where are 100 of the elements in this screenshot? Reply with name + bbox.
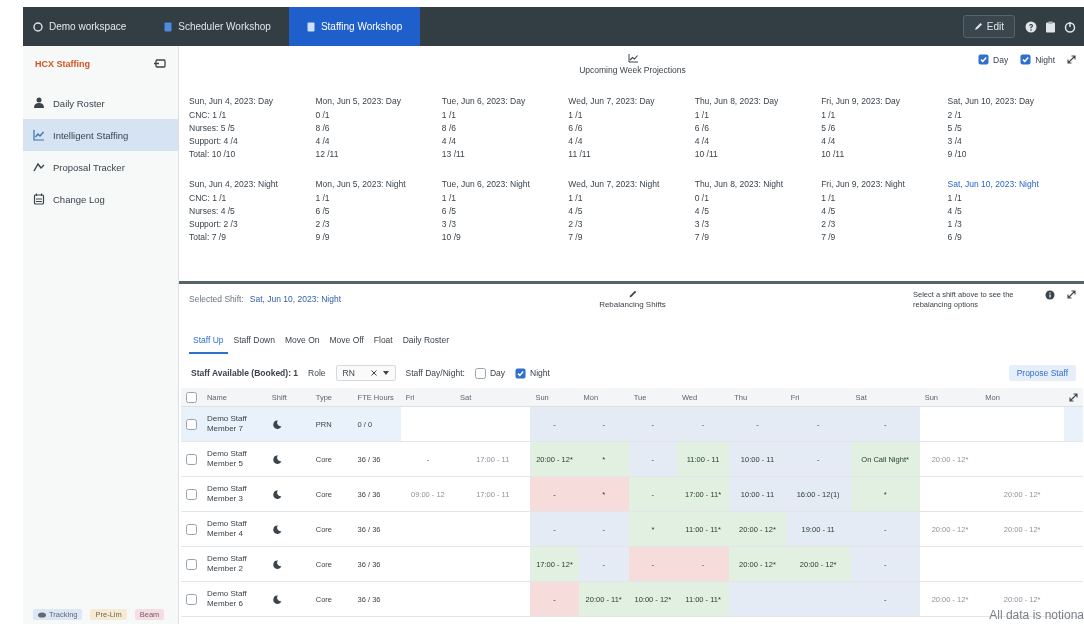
shift-heading[interactable]: Sat, Jun 10, 2023: Night: [947, 179, 1074, 189]
circle-icon: [33, 21, 43, 32]
checkbox[interactable]: [515, 367, 527, 379]
caret-icon[interactable]: [382, 371, 389, 375]
moon-icon: [271, 489, 282, 499]
staffing-count: 2 /3: [315, 219, 331, 229]
staffing-count: 10 /11: [694, 149, 719, 159]
calendar-icon: [33, 193, 45, 205]
trend-icon: [33, 161, 45, 173]
pencil-icon: [973, 22, 983, 31]
moon-icon: [271, 419, 282, 429]
staffing-count: 6 /9: [947, 232, 963, 242]
shift-heading[interactable]: Sat, Jun 10, 2023: Day: [947, 96, 1074, 106]
workspace-selector[interactable]: Demo workspace: [23, 7, 147, 46]
staffing-count: 4 /4: [441, 136, 458, 146]
checkbox[interactable]: [185, 523, 197, 535]
staffing-count: 1 /3: [947, 219, 963, 229]
info-icon[interactable]: [1045, 290, 1055, 300]
staffing-count: 1 /1: [821, 193, 837, 203]
checkbox[interactable]: [185, 453, 197, 465]
staffing-count: 4 /5: [947, 206, 963, 216]
shift-heading[interactable]: Mon, Jun 5, 2023: Day: [315, 96, 442, 106]
document-icon: [164, 21, 173, 32]
sidebar-item[interactable]: Change Log: [23, 183, 178, 215]
staffing-count: 7 /9: [568, 232, 584, 242]
staffing-count: Total: 7 /9: [189, 232, 227, 242]
staffing-count: 1 /1: [947, 193, 963, 203]
sidebar-item[interactable]: Proposal Tracker: [23, 151, 178, 183]
moon-icon: [271, 559, 282, 569]
shift-heading[interactable]: Fri, Jun 9, 2023: Night: [821, 179, 948, 189]
table-cell: Demo Staff Member 2: [201, 546, 267, 582]
collapse-icon[interactable]: [154, 58, 166, 69]
staffing-count: 0 /1: [694, 193, 710, 203]
shift-heading[interactable]: Thu, Jun 8, 2023: Night: [694, 179, 822, 189]
table-cell: Demo Staff Member 5: [201, 441, 267, 477]
staffing-count: 6 /6: [568, 123, 584, 133]
checkbox[interactable]: [185, 593, 197, 605]
checkbox[interactable]: [474, 367, 486, 379]
clear-icon[interactable]: [370, 370, 377, 376]
checkbox-label: Night: [1035, 54, 1055, 65]
role-label: Role: [308, 368, 326, 378]
staffing-count: 1 /1: [441, 110, 458, 120]
power-icon[interactable]: [1064, 20, 1076, 33]
checkbox[interactable]: [185, 488, 197, 500]
shift-heading[interactable]: Mon, Jun 5, 2023: Night: [315, 179, 442, 189]
role-select[interactable]: RN: [335, 365, 396, 381]
staffing-count: 1 /1: [315, 193, 331, 203]
staffing-count: Support: 2 /3: [189, 219, 239, 229]
selected-shift-value: Sat, Jun 10, 2023: Night: [249, 294, 341, 304]
tab[interactable]: Staff Down: [229, 328, 279, 354]
staffing-count: 8 /6: [315, 123, 331, 133]
staffing-count: 3 /3: [694, 219, 710, 229]
help-icon[interactable]: [1025, 20, 1037, 33]
clipboard-icon[interactable]: [1045, 20, 1056, 33]
workspace-tab[interactable]: Staffing Workshop: [288, 7, 421, 46]
shift-heading[interactable]: Thu, Jun 8, 2023: Day: [694, 96, 822, 106]
chart-icon: [33, 129, 45, 141]
expand-icon[interactable]: [1067, 55, 1076, 64]
shift-heading[interactable]: Tue, Jun 6, 2023: Day: [441, 96, 569, 106]
pencil-icon: [628, 290, 637, 298]
tab[interactable]: Staff Up: [189, 328, 228, 354]
staffing-count: 2 /3: [821, 219, 837, 229]
staffing-count: 12 /11: [315, 149, 340, 159]
staffing-count: 2 /1: [947, 110, 963, 120]
checkbox[interactable]: [185, 558, 197, 570]
checkbox[interactable]: [185, 418, 197, 430]
expand-icon[interactable]: [1067, 290, 1076, 299]
staffing-count: 4 /5: [568, 206, 584, 216]
checkbox[interactable]: [185, 391, 197, 403]
staffing-count: 6 /6: [694, 123, 710, 133]
sidebar-item[interactable]: Daily Roster: [23, 87, 178, 119]
staffing-count: 1 /1: [694, 110, 710, 120]
document-icon: [306, 21, 315, 32]
checkbox-label: Day: [993, 54, 1009, 65]
sidebar-item[interactable]: Intelligent Staffing: [23, 119, 178, 151]
staffing-count: CNC: 1 /1: [189, 193, 228, 203]
table-cell: Demo Staff Member 7: [201, 406, 267, 442]
shift-heading[interactable]: Wed, Jun 7, 2023: Day: [568, 96, 695, 106]
propose-staff-button[interactable]: Propose Staff: [1008, 365, 1076, 381]
staffing-count: 6 /5: [441, 206, 458, 216]
tab[interactable]: Move Off: [325, 328, 368, 354]
tab[interactable]: Daily Roster: [398, 328, 453, 354]
staffing-count: 4 /5: [694, 206, 710, 216]
shift-heading[interactable]: Tue, Jun 6, 2023: Night: [441, 179, 569, 189]
tab[interactable]: Float: [369, 328, 397, 354]
day-night-label: Staff Day/Night:: [405, 368, 465, 378]
shift-heading[interactable]: Sun, Jun 4, 2023: Night: [189, 179, 316, 189]
caption-text: All data is notiona: [989, 608, 1084, 622]
edit-button[interactable]: Edit: [962, 15, 1015, 38]
tab[interactable]: Move On: [281, 328, 324, 354]
staffing-count: 2 /3: [568, 219, 584, 229]
staffing-count: 4 /4: [821, 136, 837, 146]
shift-heading[interactable]: Sun, Jun 4, 2023: Day: [189, 96, 316, 106]
shift-heading[interactable]: Wed, Jun 7, 2023: Night: [568, 179, 695, 189]
workspace-tab[interactable]: Scheduler Workshop: [146, 7, 289, 46]
expand-icon[interactable]: [1069, 392, 1079, 402]
checkbox[interactable]: [978, 54, 990, 65]
shift-heading[interactable]: Fri, Jun 9, 2023: Day: [821, 96, 948, 106]
checkbox[interactable]: [1020, 54, 1032, 65]
staffing-count: CNC: 1 /1: [189, 110, 228, 120]
